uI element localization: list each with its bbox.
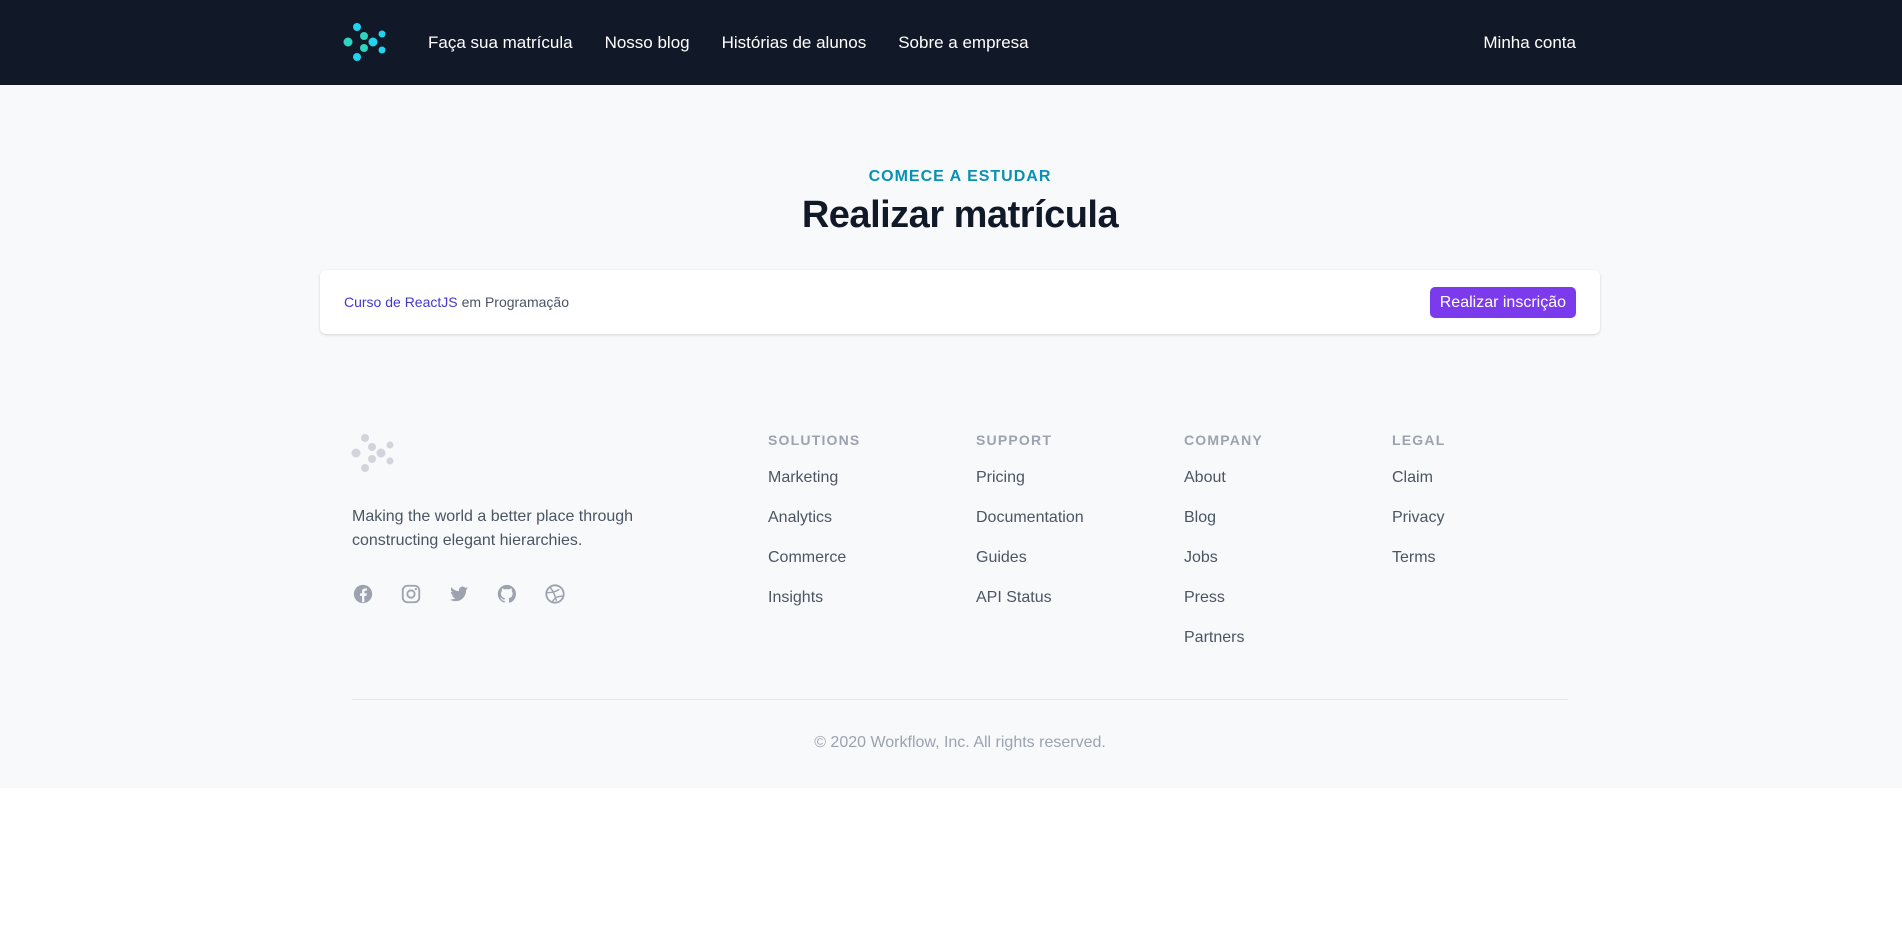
course-name-link[interactable]: Curso de ReactJS: [344, 294, 458, 310]
social-links: [352, 583, 566, 605]
account-link[interactable]: Minha conta: [1483, 0, 1576, 85]
footer-col-title: SOLUTIONS: [768, 432, 861, 448]
footer-col-title: LEGAL: [1392, 432, 1446, 448]
footer-link-documentation[interactable]: Documentation: [976, 506, 1084, 546]
page-title: Realizar matrícula: [801, 194, 1119, 236]
main-nav: Faça sua matrícula Nosso blog Histórias …: [428, 0, 1029, 85]
github-icon[interactable]: [496, 583, 518, 605]
nav-link-historias[interactable]: Histórias de alunos: [722, 33, 867, 53]
main-section: [0, 85, 1902, 788]
footer-link-terms[interactable]: Terms: [1392, 546, 1445, 586]
dribbble-icon[interactable]: [544, 583, 566, 605]
footer-link-api-status[interactable]: API Status: [976, 586, 1084, 626]
footer-link-partners[interactable]: Partners: [1184, 626, 1263, 666]
footer-link-pricing[interactable]: Pricing: [976, 466, 1084, 506]
facebook-icon[interactable]: [352, 583, 374, 605]
footer-link-about[interactable]: About: [1184, 466, 1263, 506]
footer-link-jobs[interactable]: Jobs: [1184, 546, 1263, 586]
footer-col-company: COMPANY About Blog Jobs Press Partners: [1184, 432, 1263, 666]
copyright-text: © 2020 Workflow, Inc. All rights reserve…: [814, 734, 1106, 751]
footer-link-blog[interactable]: Blog: [1184, 506, 1263, 546]
course-info: Curso de ReactJS em Programação: [344, 270, 569, 334]
footer-col-title: SUPPORT: [976, 432, 1053, 448]
footer-col-title: COMPANY: [1184, 432, 1263, 448]
footer-link-commerce[interactable]: Commerce: [768, 546, 860, 586]
hero-eyebrow: COMECE A ESTUDAR: [868, 168, 1052, 185]
footer-col-support: SUPPORT Pricing Documentation Guides API…: [976, 432, 1084, 626]
footer-link-insights[interactable]: Insights: [768, 586, 860, 626]
footer-link-privacy[interactable]: Privacy: [1392, 506, 1445, 546]
enroll-button[interactable]: Realizar inscrição: [1429, 287, 1576, 318]
footer-link-press[interactable]: Press: [1184, 586, 1263, 626]
instagram-icon[interactable]: [400, 583, 422, 605]
twitter-icon[interactable]: [448, 583, 470, 605]
nav-link-blog[interactable]: Nosso blog: [605, 33, 690, 53]
footer-link-guides[interactable]: Guides: [976, 546, 1084, 586]
footer-divider: [352, 699, 1568, 700]
footer-link-analytics[interactable]: Analytics: [768, 506, 860, 546]
workflow-logo-icon[interactable]: [343, 20, 387, 64]
course-category: em Programação: [461, 294, 569, 310]
top-navbar: Faça sua matrícula Nosso blog Histórias …: [0, 0, 1902, 85]
footer-link-claim[interactable]: Claim: [1392, 466, 1445, 506]
footer-col-solutions: SOLUTIONS Marketing Analytics Commerce I…: [768, 432, 860, 626]
footer-tagline: Making the world a better place through …: [352, 508, 634, 549]
enrollment-card: Curso de ReactJS em Programação Realizar…: [320, 270, 1600, 334]
footer-link-marketing[interactable]: Marketing: [768, 466, 860, 506]
footer-col-legal: LEGAL Claim Privacy Terms: [1392, 432, 1445, 586]
nav-link-sobre[interactable]: Sobre a empresa: [898, 33, 1028, 53]
nav-link-matricula[interactable]: Faça sua matrícula: [428, 33, 573, 53]
footer-logo-icon: [351, 434, 394, 472]
